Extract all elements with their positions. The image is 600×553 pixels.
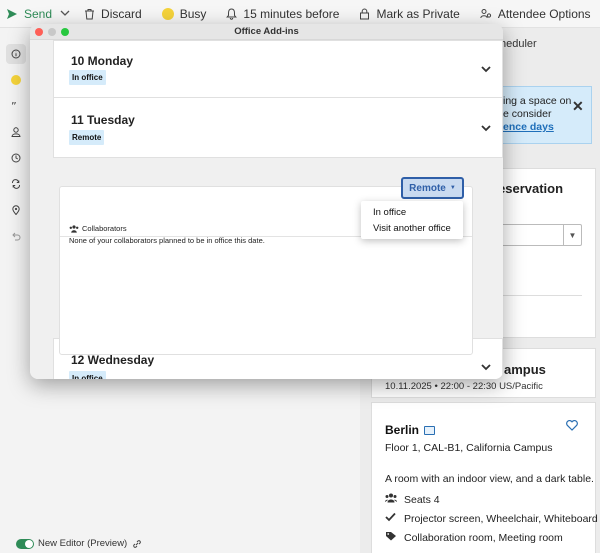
office-addins-dialog: Office Add-ins 10 Monday In office 11 Tu…: [30, 24, 503, 379]
day-name: 11 Tuesday: [71, 113, 135, 127]
info-link[interactable]: ence days: [503, 121, 591, 134]
meeting-time: 10.11.2025 • 22:00 - 22:30 US/Pacific: [385, 381, 543, 392]
chevron-down-icon[interactable]: [480, 361, 492, 373]
chevron-down-icon[interactable]: ▼: [563, 225, 581, 245]
equipment-label: Projector screen, Wheelchair, Whiteboard: [404, 512, 598, 525]
svg-text:”: ”: [11, 101, 17, 111]
busy-button[interactable]: Busy: [161, 6, 207, 21]
status-badge: Remote: [69, 130, 105, 145]
room-name: Berlin: [385, 423, 436, 437]
status-dot-icon[interactable]: [6, 70, 26, 90]
busy-label: Busy: [179, 6, 207, 21]
status-dropdown-label: Remote: [409, 182, 446, 194]
info-icon[interactable]: [6, 44, 26, 64]
tags-label: Collaboration room, Meeting room: [404, 531, 563, 544]
room-tags: Collaboration room, Meeting room: [385, 531, 563, 544]
location-icon[interactable]: [6, 200, 26, 220]
lock-icon: [360, 8, 370, 19]
discard-button[interactable]: Discard: [84, 7, 142, 21]
send-label: Send: [24, 6, 53, 21]
status-menu: In office Visit another office: [361, 201, 463, 239]
room-name-label: Berlin: [385, 423, 420, 437]
day-name: 10 Monday: [71, 54, 134, 68]
collaborators-label: Collaborators: [82, 224, 127, 233]
link-icon[interactable]: [132, 539, 142, 549]
day-name: 12 Wednesday: [71, 353, 155, 367]
status-badge: In office: [69, 70, 106, 85]
repeat-icon[interactable]: [6, 174, 26, 194]
chevron-down-icon[interactable]: [480, 122, 492, 134]
chevron-down-icon[interactable]: [480, 63, 492, 75]
day-row-monday[interactable]: 10 Monday In office: [53, 40, 503, 98]
attendee-options-label: Attendee Options: [497, 6, 591, 21]
new-editor-label: New Editor (Preview): [38, 538, 128, 549]
send-options-chevron-icon[interactable]: [60, 7, 70, 21]
room-location: Floor 1, CAL-B1, California Campus: [385, 442, 553, 454]
room-equipment: Projector screen, Wheelchair, Whiteboard: [385, 512, 598, 525]
trash-icon: [85, 8, 95, 19]
attendee-icon: [480, 8, 491, 18]
quote-icon[interactable]: ”: [6, 96, 26, 116]
campus-title: ampus: [504, 362, 546, 377]
collaborators-message: None of your collaborators planned to be…: [69, 236, 265, 245]
busy-status-icon: [161, 7, 174, 20]
attendee-options-button[interactable]: Attendee Options: [480, 7, 591, 21]
image-icon[interactable]: [424, 425, 436, 435]
send-icon: [7, 8, 17, 19]
reservation-title: eservation: [498, 181, 564, 196]
mark-private-label: Mark as Private: [376, 6, 460, 21]
clock-icon[interactable]: [6, 148, 26, 168]
collaborators-heading: Collaborators: [69, 224, 127, 233]
send-button[interactable]: Send: [6, 7, 52, 21]
reminder-button[interactable]: 15 minutes before: [226, 7, 339, 21]
menu-item-in-office[interactable]: In office: [373, 207, 406, 218]
status-badge: In office: [69, 371, 106, 379]
person-icon[interactable]: [6, 122, 26, 142]
room-description: A room with an indoor view, and a dark t…: [385, 473, 594, 485]
tag-icon: [385, 531, 399, 544]
checkmark-icon: [385, 512, 399, 525]
people-icon: [385, 493, 399, 506]
discard-label: Discard: [101, 6, 142, 21]
dialog-titlebar: Office Add-ins: [30, 24, 503, 40]
scheduler-tab[interactable]: heduler: [500, 38, 537, 50]
mark-private-button[interactable]: Mark as Private: [359, 6, 460, 21]
reservation-select[interactable]: ▼: [492, 224, 582, 246]
bell-icon: [226, 7, 238, 20]
heart-icon[interactable]: [566, 419, 578, 434]
reminder-label: 15 minutes before: [243, 6, 340, 21]
seats-label: Seats 4: [404, 493, 440, 506]
menu-item-visit-another-office[interactable]: Visit another office: [373, 223, 451, 234]
room-seats: Seats 4: [385, 493, 440, 506]
day-row-tuesday[interactable]: 11 Tuesday Remote: [53, 97, 503, 158]
people-icon: [69, 224, 79, 233]
left-nav: ”: [6, 44, 26, 252]
status-dropdown-button[interactable]: Remote ▼: [401, 177, 464, 199]
dialog-title: Office Add-ins: [234, 26, 299, 37]
toggle-switch[interactable]: [16, 538, 34, 549]
new-editor-toggle[interactable]: New Editor (Preview): [16, 538, 142, 549]
undo-icon[interactable]: [6, 226, 26, 246]
caret-down-icon: ▼: [449, 185, 456, 191]
close-icon[interactable]: ✕: [572, 98, 584, 115]
divider: [492, 295, 582, 296]
